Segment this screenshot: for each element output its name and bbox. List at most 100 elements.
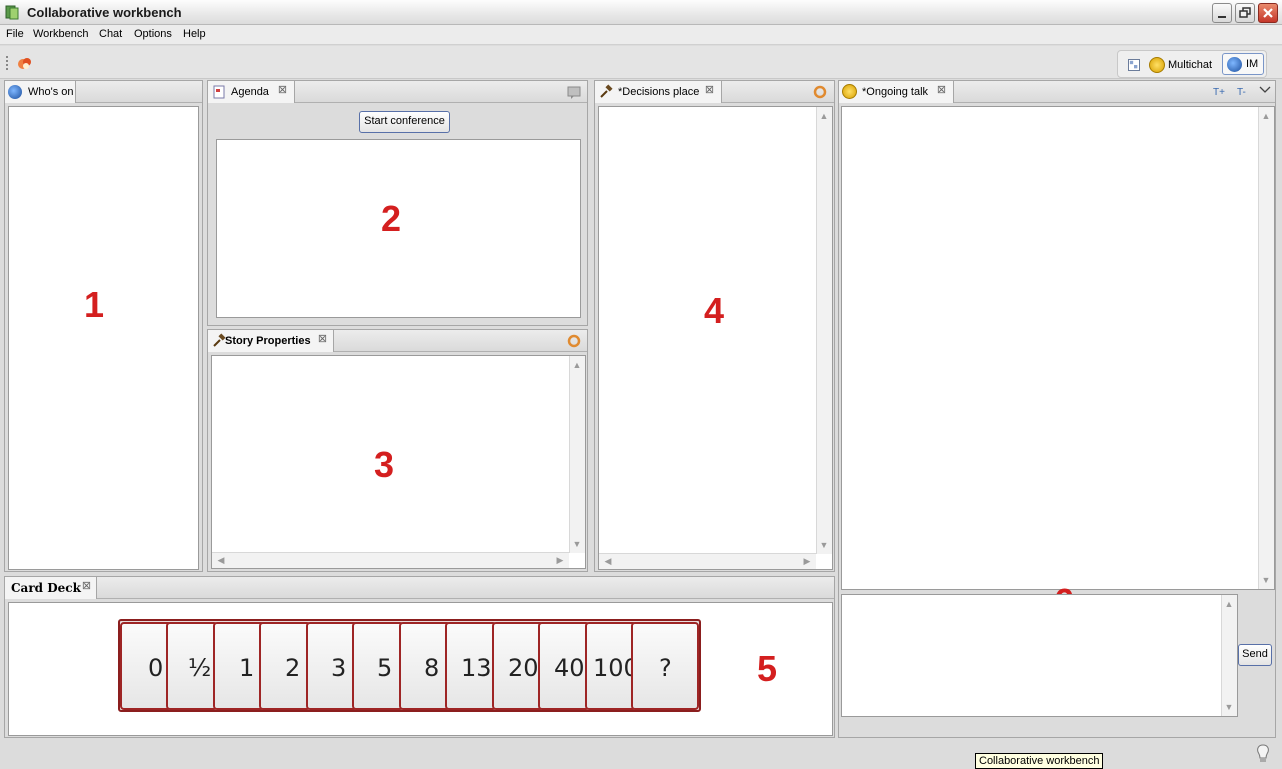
agenda-panel: Agenda ⊠ Start conference 2 [207, 80, 588, 326]
tab-decisions-place[interactable]: *Decisions place ⊠ [595, 81, 722, 103]
card-value: 3 [331, 654, 347, 682]
scroll-up-icon[interactable]: ▲ [1222, 597, 1236, 611]
scroll-down-icon[interactable]: ▼ [1259, 573, 1273, 587]
conference-icon[interactable] [17, 55, 33, 71]
menu-help[interactable]: Help [183, 28, 206, 40]
chat-input[interactable]: ▲ ▼ [841, 594, 1238, 717]
card-deck: 0 ½ 1 2 3 5 8 13 20 40 100 ? [118, 619, 701, 712]
svg-text:T-: T- [1237, 87, 1246, 97]
view-menu-icon[interactable] [566, 85, 582, 99]
vertical-scrollbar[interactable]: ▲ ▼ [1258, 107, 1274, 589]
scroll-right-icon[interactable]: ▶ [553, 553, 567, 567]
close-tab-icon[interactable]: ⊠ [704, 85, 715, 96]
window-title: Collaborative workbench [27, 5, 182, 20]
open-perspective-icon[interactable] [1128, 59, 1140, 71]
card-value: 2 [285, 654, 301, 682]
tab-whos-on[interactable]: Who's on [5, 81, 76, 103]
agenda-icon [213, 85, 225, 99]
chevron-down-icon[interactable] [1259, 85, 1271, 95]
menu-chat[interactable]: Chat [99, 28, 122, 40]
menu-file[interactable]: File [6, 28, 24, 40]
close-button[interactable] [1258, 3, 1278, 23]
card-3[interactable]: 3 [306, 622, 358, 710]
horizontal-scrollbar[interactable]: ◀ ▶ [212, 552, 569, 568]
vertical-scrollbar[interactable]: ▲ ▼ [816, 107, 832, 554]
card-half[interactable]: ½ [166, 622, 218, 710]
vertical-scrollbar[interactable]: ▲ ▼ [569, 356, 585, 553]
scroll-left-icon[interactable]: ◀ [214, 553, 228, 567]
card-0[interactable]: 0 [120, 622, 172, 710]
restore-icon [1239, 7, 1251, 18]
lightbulb-icon[interactable] [1255, 743, 1271, 765]
vertical-scrollbar[interactable]: ▲ ▼ [1221, 595, 1237, 716]
scroll-down-icon[interactable]: ▼ [817, 538, 831, 552]
close-tab-icon[interactable]: ⊠ [317, 334, 328, 345]
whos-on-panel: Who's on 1 [4, 80, 203, 572]
title-bar: Collaborative workbench [0, 0, 1282, 25]
card-value: ½ [188, 654, 212, 682]
minimize-button[interactable] [1212, 3, 1232, 23]
ongoing-tabbar: *Ongoing talk ⊠ T+ T- [839, 81, 1275, 103]
horizontal-scrollbar[interactable]: ◀ ▶ [599, 553, 816, 569]
agenda-list[interactable]: 2 [216, 139, 581, 318]
scroll-up-icon[interactable]: ▲ [817, 109, 831, 123]
story-tabbar: Story Properties ⊠ [208, 330, 587, 352]
tab-card-deck[interactable]: Card Deck ⊠ [5, 577, 97, 599]
restore-button[interactable] [1235, 3, 1255, 23]
main-toolbar: Multichat IM [0, 46, 1282, 79]
decisions-body[interactable]: 4 ▲ ▼ ◀ ▶ [598, 106, 833, 570]
toolbar-grip[interactable] [6, 56, 8, 70]
close-tab-icon[interactable]: ⊠ [81, 581, 92, 592]
card-value: 5 [377, 654, 393, 682]
card-1[interactable]: 1 [213, 622, 265, 710]
whos-on-tabbar: Who's on [5, 81, 202, 103]
scroll-up-icon[interactable]: ▲ [1259, 109, 1273, 123]
card-100[interactable]: 100 [585, 622, 637, 710]
tab-label: Story Properties [225, 335, 311, 347]
multichat-perspective[interactable]: Multichat [1168, 59, 1212, 71]
start-conference-button[interactable]: Start conference [359, 111, 450, 133]
card-deck-tabbar: Card Deck ⊠ [5, 577, 834, 599]
whos-on-list[interactable]: 1 [8, 106, 199, 570]
scroll-left-icon[interactable]: ◀ [601, 554, 615, 568]
tab-story-properties[interactable]: Story Properties ⊠ [208, 330, 334, 352]
decisions-tabbar: *Decisions place ⊠ [595, 81, 834, 103]
card-40[interactable]: 40 [538, 622, 590, 710]
story-properties-body[interactable]: 3 ▲ ▼ ◀ ▶ [211, 355, 586, 569]
menu-workbench[interactable]: Workbench [33, 28, 88, 40]
close-tab-icon[interactable]: ⊠ [277, 85, 288, 96]
gavel-icon [600, 84, 613, 98]
agenda-tabbar: Agenda ⊠ [208, 81, 587, 103]
im-perspective-button[interactable]: IM [1222, 53, 1264, 75]
scroll-right-icon[interactable]: ▶ [800, 554, 814, 568]
card-8[interactable]: 8 [399, 622, 451, 710]
refresh-icon[interactable] [812, 84, 828, 100]
card-5[interactable]: 5 [352, 622, 404, 710]
tab-label: *Decisions place [618, 86, 700, 98]
card-2[interactable]: 2 [259, 622, 311, 710]
scroll-down-icon[interactable]: ▼ [1222, 700, 1236, 714]
perspective-switcher: Multichat IM [1117, 50, 1267, 78]
region-marker: 3 [374, 444, 395, 485]
scroll-up-icon[interactable]: ▲ [570, 358, 584, 372]
menu-options[interactable]: Options [134, 28, 172, 40]
globe-icon [1227, 57, 1242, 72]
close-tab-icon[interactable]: ⊠ [936, 85, 947, 96]
font-increase-icon[interactable]: T+ [1213, 85, 1227, 97]
region-marker: 2 [381, 198, 402, 239]
card-13[interactable]: 13 [445, 622, 497, 710]
send-button[interactable]: Send [1238, 644, 1272, 666]
region-marker: 4 [704, 290, 725, 331]
card-20[interactable]: 20 [492, 622, 544, 710]
font-decrease-icon[interactable]: T- [1237, 85, 1251, 97]
scroll-down-icon[interactable]: ▼ [570, 537, 584, 551]
refresh-icon[interactable] [566, 333, 582, 349]
region-marker: 1 [84, 284, 105, 325]
card-question[interactable]: ? [631, 622, 699, 710]
tab-agenda[interactable]: Agenda ⊠ [208, 81, 295, 103]
chat-history[interactable]: ▲ ▼ [841, 106, 1275, 590]
card-value: 13 [461, 654, 492, 682]
svg-text:T+: T+ [1213, 87, 1225, 97]
tab-label: *Ongoing talk [862, 86, 929, 98]
tab-ongoing-talk[interactable]: *Ongoing talk ⊠ [839, 81, 954, 103]
